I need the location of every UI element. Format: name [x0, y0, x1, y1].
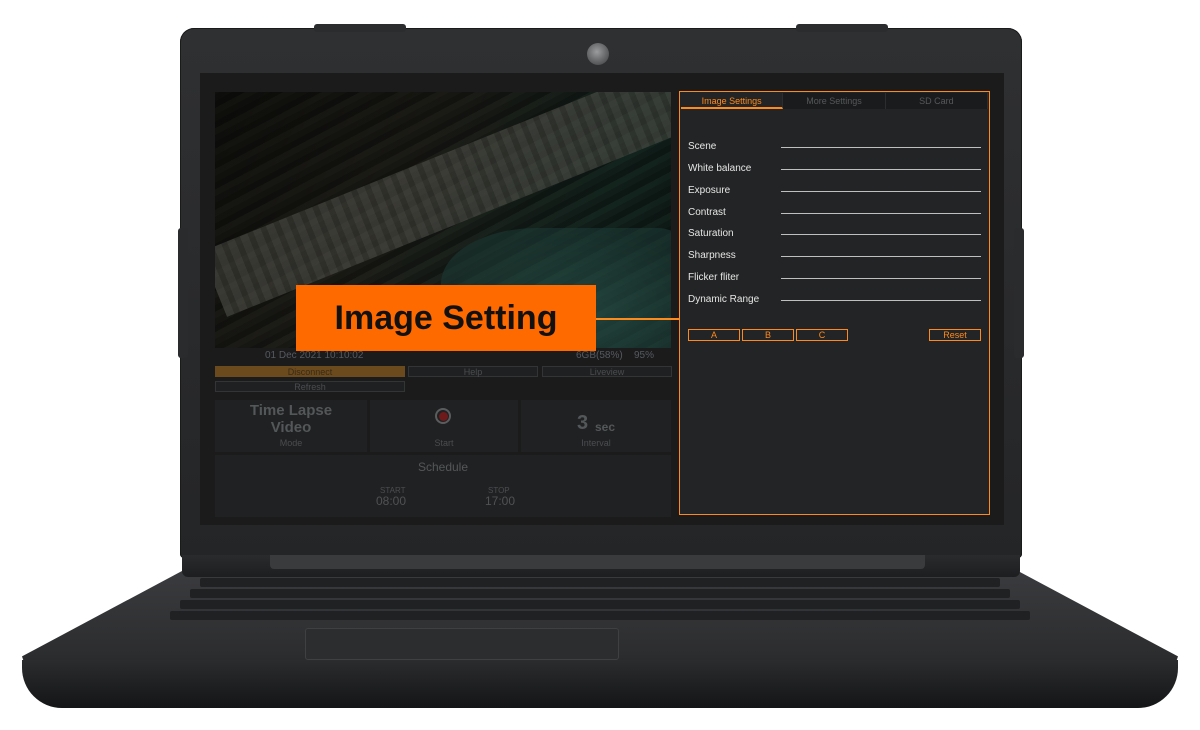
- schedule-start-time[interactable]: 08:00: [376, 494, 406, 508]
- setting-sharpness-field[interactable]: [781, 256, 981, 257]
- interval-card[interactable]: 3 sec Interval: [521, 400, 671, 452]
- key-row: [200, 578, 1000, 587]
- help-button[interactable]: Help: [408, 366, 538, 377]
- record-dot-icon: [438, 411, 448, 421]
- image-setting-callout: Image Setting: [296, 285, 596, 351]
- setting-flicker-filter-field[interactable]: [781, 278, 981, 279]
- disconnect-button[interactable]: Disconnect: [215, 366, 405, 377]
- refresh-button[interactable]: Refresh: [215, 381, 405, 392]
- setting-scene-field[interactable]: [781, 147, 981, 148]
- setting-contrast-field[interactable]: [781, 213, 981, 214]
- setting-dynamic-range-field[interactable]: [781, 300, 981, 301]
- setting-saturation-label: Saturation: [688, 228, 734, 239]
- interval-unit: sec: [595, 420, 616, 434]
- preset-a-button[interactable]: A: [688, 329, 740, 341]
- key-row: [180, 600, 1020, 609]
- webcam-icon: [587, 43, 609, 65]
- schedule-card[interactable]: Schedule START 08:00 STOP 17:00: [215, 455, 671, 517]
- setting-flicker-filter-label: Flicker fliter: [688, 272, 740, 283]
- laptop-base-edge: [22, 660, 1178, 708]
- battery-status: 95%: [634, 350, 655, 361]
- callout-connector: [596, 318, 679, 320]
- setting-scene-label: Scene: [688, 141, 717, 152]
- setting-sharpness-label: Sharpness: [688, 250, 736, 261]
- setting-dynamic-range-label: Dynamic Range: [688, 294, 760, 305]
- preset-c-button[interactable]: C: [796, 329, 848, 341]
- lid-bumper: [796, 24, 888, 32]
- tab-sd-card[interactable]: SD Card: [885, 93, 988, 109]
- liveview-button[interactable]: Liveview: [542, 366, 672, 377]
- lid-bumper: [314, 24, 406, 32]
- settings-tabs: Image Settings More Settings SD Card: [681, 93, 988, 109]
- preview-timestamp: 01 Dec 2021 10:10:02: [265, 350, 364, 361]
- schedule-stop-time[interactable]: 17:00: [485, 494, 515, 508]
- setting-exposure-field[interactable]: [781, 191, 981, 192]
- mode-card[interactable]: Time Lapse Video Mode: [215, 400, 367, 452]
- setting-saturation-field[interactable]: [781, 234, 981, 235]
- key-row: [170, 611, 1030, 620]
- keyboard: [170, 576, 1030, 622]
- setting-exposure-label: Exposure: [688, 185, 731, 196]
- interval-value: 3: [577, 412, 589, 434]
- hinge-notch: [270, 555, 925, 569]
- mode-title: Video: [270, 419, 312, 436]
- trackpad: [305, 628, 619, 660]
- setting-contrast-label: Contrast: [688, 207, 726, 218]
- start-label: Start: [434, 438, 454, 448]
- mode-label: Mode: [279, 438, 303, 448]
- storage-status: 6GB(58%): [576, 350, 623, 361]
- schedule-title: Schedule: [417, 460, 469, 474]
- tab-image-settings[interactable]: Image Settings: [681, 93, 784, 109]
- mode-title: Time Lapse: [249, 402, 333, 419]
- setting-white-balance-label: White balance: [688, 163, 752, 174]
- tab-more-settings[interactable]: More Settings: [783, 93, 886, 109]
- setting-white-balance-field[interactable]: [781, 169, 981, 170]
- key-row: [190, 589, 1010, 598]
- start-card[interactable]: Start: [370, 400, 518, 452]
- reset-button[interactable]: Reset: [929, 329, 981, 341]
- lid-side-bumper: [1014, 228, 1024, 358]
- lid-side-bumper: [178, 228, 188, 358]
- preset-b-button[interactable]: B: [742, 329, 794, 341]
- interval-label: Interval: [581, 438, 611, 448]
